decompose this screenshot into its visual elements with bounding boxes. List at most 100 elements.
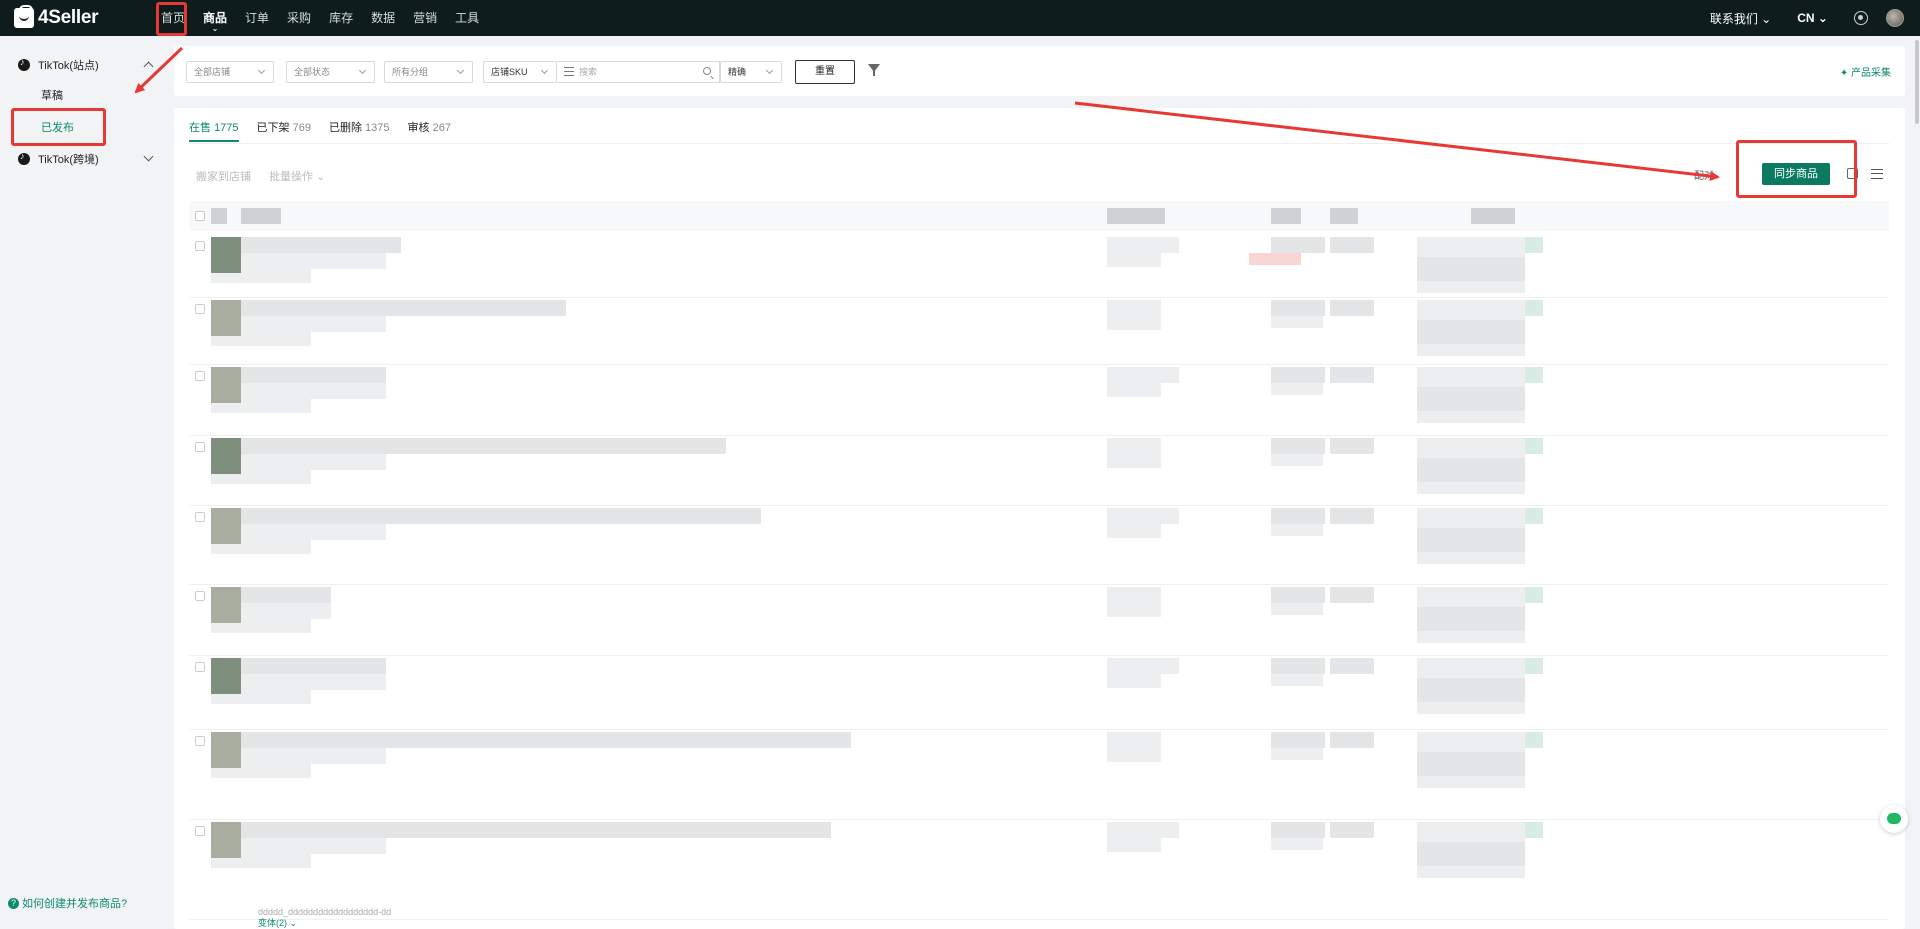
row-checkbox[interactable] xyxy=(195,304,205,314)
nav-item-inventory[interactable]: 库存 xyxy=(320,0,362,36)
scrollbar-thumb[interactable] xyxy=(1915,40,1919,124)
page-scrollbar[interactable] xyxy=(1914,36,1920,929)
redacted-cell xyxy=(241,619,311,633)
table-row[interactable] xyxy=(189,298,1889,365)
table-row[interactable] xyxy=(189,820,1889,920)
table-row[interactable] xyxy=(189,506,1889,585)
redacted-cell xyxy=(1417,438,1525,458)
column-settings-icon[interactable] xyxy=(1871,169,1883,179)
row-checkbox[interactable] xyxy=(195,241,205,251)
sync-products-button[interactable]: 同步商品 xyxy=(1762,163,1830,185)
tab-count: 267 xyxy=(432,122,451,134)
sidebar-item-published[interactable]: 已发布 xyxy=(0,112,166,144)
redacted-cell xyxy=(241,690,311,704)
product-title-redacted xyxy=(241,508,761,524)
store-select[interactable]: 全部店铺 xyxy=(186,61,274,83)
table-header xyxy=(189,201,1889,231)
redacted-cell xyxy=(1417,411,1525,423)
row-checkbox[interactable] xyxy=(195,662,205,672)
table-row[interactable] xyxy=(189,365,1889,436)
contact-us-menu[interactable]: 联系我们 ⌄ xyxy=(1710,10,1771,27)
tab-review[interactable]: 审核 267 xyxy=(408,118,451,142)
help-link[interactable]: ? 如何创建并发布商品? xyxy=(8,895,127,911)
export-icon[interactable] xyxy=(1847,168,1858,179)
chevron-down-icon xyxy=(456,66,465,75)
nav-item-orders[interactable]: 订单 xyxy=(236,0,278,36)
select-all-checkbox[interactable] xyxy=(195,211,205,221)
redacted-cell xyxy=(1271,383,1323,395)
redacted-cell xyxy=(1330,438,1374,454)
tiktok-icon xyxy=(18,57,30,71)
tab-deleted[interactable]: 已删除 1375 xyxy=(329,118,390,142)
tab-label: 在售 xyxy=(189,122,211,134)
table-row[interactable] xyxy=(189,585,1889,656)
filter-icon[interactable] xyxy=(868,64,880,76)
advanced-search-icon[interactable] xyxy=(564,67,574,76)
tab-label: 审核 xyxy=(407,122,430,134)
search-icon[interactable] xyxy=(703,67,711,75)
redacted-cell xyxy=(1107,838,1161,852)
chevron-up-icon xyxy=(143,61,154,72)
search-input[interactable]: 搜索 xyxy=(557,61,720,83)
redacted-cell xyxy=(1107,237,1179,253)
nav-item-products[interactable]: 商品 ⌄ xyxy=(194,0,236,36)
tab-divider xyxy=(189,143,1889,144)
row-checkbox[interactable] xyxy=(195,371,205,381)
tab-on-sale[interactable]: 在售 1775 xyxy=(189,118,239,142)
redacted-cell xyxy=(1107,822,1179,838)
batch-operations-menu[interactable]: 批量操作 ⌄ xyxy=(269,168,325,184)
redacted-cell xyxy=(1417,658,1525,678)
sidebar-group-tiktok-local[interactable]: TikTok(站点) xyxy=(0,50,166,80)
status-select[interactable]: 全部状态 xyxy=(286,61,375,83)
sidebar-item-drafts[interactable]: 草稿 xyxy=(0,80,166,112)
table-row[interactable] xyxy=(189,436,1889,506)
nav-item-home[interactable]: 首页 xyxy=(152,0,194,36)
group-select[interactable]: 所有分组 xyxy=(384,61,473,83)
status-badge-redacted xyxy=(1525,237,1543,253)
match-mode-select[interactable]: 精确 xyxy=(720,61,782,83)
tiktok-icon xyxy=(18,151,30,165)
reset-button[interactable]: 重置 xyxy=(795,60,855,84)
row-checkbox[interactable] xyxy=(195,512,205,522)
move-to-store-button[interactable]: 搬家到店铺 xyxy=(196,168,251,184)
chat-support-icon[interactable] xyxy=(1880,805,1908,833)
nav-item-data[interactable]: 数据 xyxy=(362,0,404,36)
sku-type-select[interactable]: 店铺SKU xyxy=(483,61,557,83)
settings-icon[interactable] xyxy=(1854,11,1868,25)
table-row[interactable] xyxy=(189,730,1889,820)
status-badge-redacted xyxy=(1525,658,1543,674)
search-placeholder: 搜索 xyxy=(579,67,598,77)
nav-item-purchase[interactable]: 采购 xyxy=(278,0,320,36)
redacted-cell xyxy=(241,470,311,484)
product-collect-link[interactable]: ✦ 产品采集 xyxy=(1840,64,1891,79)
pair-button[interactable]: 配对 xyxy=(1694,167,1714,182)
nav-item-marketing[interactable]: 营销 xyxy=(404,0,446,36)
tab-delisted[interactable]: 已下架 769 xyxy=(257,118,311,142)
table-row[interactable] xyxy=(189,656,1889,730)
row-checkbox[interactable] xyxy=(195,442,205,452)
product-collect-label: 产品采集 xyxy=(1851,68,1891,79)
redacted-cell xyxy=(1271,674,1323,686)
shopping-bag-icon xyxy=(14,5,34,28)
sidebar-group-label: TikTok(站点) xyxy=(38,60,99,72)
row-checkbox[interactable] xyxy=(195,736,205,746)
redacted-cell xyxy=(1330,587,1374,603)
sidebar-group-tiktok-crossborder[interactable]: TikTok(跨境) xyxy=(0,144,166,174)
language-switcher[interactable]: CN ⌄ xyxy=(1797,11,1828,25)
app-logo[interactable]: 4Seller xyxy=(14,5,152,29)
redacted-cell xyxy=(1417,528,1525,552)
store-select-value: 全部店铺 xyxy=(194,67,231,77)
redacted-cell xyxy=(241,269,311,283)
redacted-cell xyxy=(1330,300,1374,316)
redacted-cell xyxy=(1330,822,1374,838)
redacted-cell xyxy=(1417,822,1525,842)
redacted-cell xyxy=(1417,320,1525,344)
nav-item-tools[interactable]: 工具 xyxy=(446,0,488,36)
row-checkbox[interactable] xyxy=(195,591,205,601)
row-checkbox[interactable] xyxy=(195,826,205,836)
redacted-cell xyxy=(1107,524,1161,538)
variants-link[interactable]: 变体(2) ⌄ xyxy=(258,916,297,929)
avatar[interactable] xyxy=(1886,9,1904,27)
redacted-cell xyxy=(1107,300,1161,316)
table-row[interactable] xyxy=(189,235,1889,298)
